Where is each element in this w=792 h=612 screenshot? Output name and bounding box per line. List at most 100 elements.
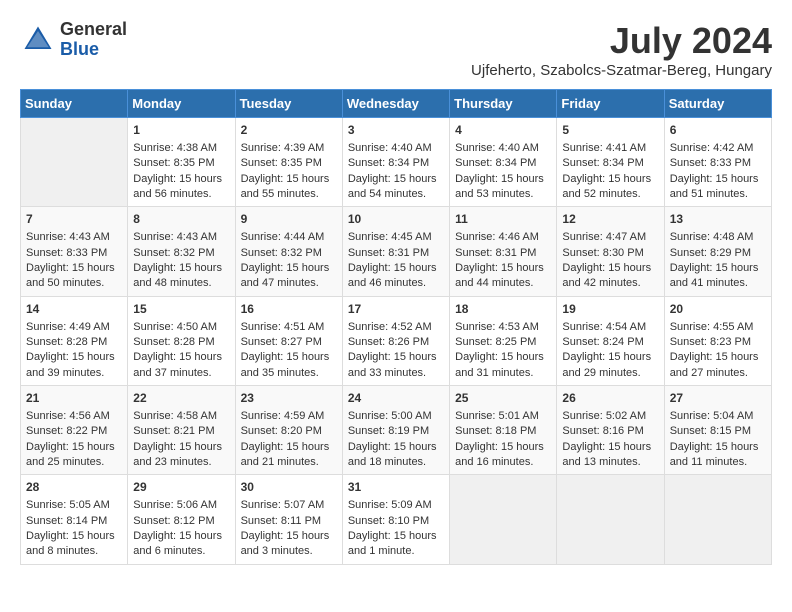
day-info-line: Sunrise: 4:41 AM bbox=[562, 142, 646, 154]
day-info-line: and 11 minutes. bbox=[670, 456, 747, 468]
day-info-line: Sunset: 8:15 PM bbox=[670, 425, 751, 437]
day-info-line: Sunrise: 4:40 AM bbox=[348, 142, 432, 154]
day-info-line: Sunrise: 4:56 AM bbox=[26, 410, 110, 422]
day-info-line: Sunset: 8:30 PM bbox=[562, 247, 643, 259]
day-info-line: Sunset: 8:16 PM bbox=[562, 425, 643, 437]
day-info-line: Sunrise: 4:59 AM bbox=[241, 410, 325, 422]
day-info-line: Sunset: 8:14 PM bbox=[26, 515, 107, 527]
day-info-line: Daylight: 15 hours bbox=[241, 351, 330, 363]
calendar-cell: 9 Sunrise: 4:44 AM Sunset: 8:32 PM Daylight… bbox=[235, 207, 342, 296]
day-info-line: and 31 minutes. bbox=[455, 367, 533, 379]
col-header-thursday: Thursday bbox=[450, 90, 557, 118]
calendar-cell: 4Sunrise: 4:40 AMSunset: 8:34 PMDaylight… bbox=[450, 118, 557, 207]
day-info-line: and 23 minutes. bbox=[133, 456, 211, 468]
calendar-cell: 3Sunrise: 4:40 AMSunset: 8:34 PMDaylight… bbox=[342, 118, 449, 207]
day-number: 8 bbox=[133, 211, 229, 228]
day-info-line: and 33 minutes. bbox=[348, 367, 426, 379]
day-info-line: and 1 minute. bbox=[348, 545, 415, 557]
day-info-line: Daylight: 15 hours bbox=[562, 441, 651, 453]
day-info-line: Daylight: 15 hours bbox=[133, 530, 222, 542]
day-number: 16 bbox=[241, 301, 337, 318]
day-info-line: and 55 minutes. bbox=[241, 188, 319, 200]
day-info-line: and 3 minutes. bbox=[241, 545, 313, 557]
calendar-cell: 13Sunrise: 4:48 AMSunset: 8:29 PMDayligh… bbox=[664, 207, 771, 296]
day-info-line: Daylight: 15 hours bbox=[26, 530, 115, 542]
logo-text: General Blue bbox=[60, 20, 127, 60]
day-info-line: and 46 minutes. bbox=[348, 277, 426, 289]
day-info-line: Sunrise: 4:48 AM bbox=[670, 231, 754, 243]
calendar-cell: 25Sunrise: 5:01 AMSunset: 8:18 PMDayligh… bbox=[450, 386, 557, 475]
day-info-line: and 35 minutes. bbox=[241, 367, 319, 379]
day-number: 11 bbox=[455, 211, 551, 228]
day-info-line: Sunrise: 4:39 AM bbox=[241, 142, 325, 154]
day-info-line: Daylight: 15 hours bbox=[241, 173, 330, 185]
day-info-line: Daylight: 15 hours bbox=[133, 441, 222, 453]
calendar-cell: 8Sunrise: 4:43 AMSunset: 8:32 PMDaylight… bbox=[128, 207, 235, 296]
calendar-cell: 6Sunrise: 4:42 AMSunset: 8:33 PMDaylight… bbox=[664, 118, 771, 207]
day-info-line: Daylight: 15 hours bbox=[241, 441, 330, 453]
day-info-line: and 41 minutes. bbox=[670, 277, 748, 289]
day-info-line: Sunset: 8:32 PM bbox=[241, 247, 322, 259]
day-info-line: Sunset: 8:29 PM bbox=[670, 247, 751, 259]
day-number: 30 bbox=[241, 479, 337, 496]
logo-icon bbox=[20, 22, 56, 58]
day-info-line: Sunrise: 4:44 AM bbox=[241, 231, 325, 243]
day-info-line: Daylight: 15 hours bbox=[241, 530, 330, 542]
day-number: 6 bbox=[670, 122, 766, 139]
calendar-cell: 21Sunrise: 4:56 AMSunset: 8:22 PMDayligh… bbox=[21, 386, 128, 475]
day-info-line: and 13 minutes. bbox=[562, 456, 640, 468]
day-info-line: and 50 minutes. bbox=[26, 277, 104, 289]
day-info-line: Daylight: 15 hours bbox=[241, 262, 330, 274]
day-info-line: Daylight: 15 hours bbox=[455, 441, 544, 453]
logo-general: General bbox=[60, 20, 127, 40]
day-info-line: Sunrise: 4:46 AM bbox=[455, 231, 539, 243]
day-info-line: Daylight: 15 hours bbox=[133, 173, 222, 185]
day-info-line: Sunrise: 4:52 AM bbox=[348, 321, 432, 333]
calendar-cell: 19Sunrise: 4:54 AMSunset: 8:24 PMDayligh… bbox=[557, 296, 664, 385]
day-info-line: and 37 minutes. bbox=[133, 367, 211, 379]
day-number: 27 bbox=[670, 390, 766, 407]
day-info-line: Sunrise: 4:47 AM bbox=[562, 231, 646, 243]
day-info-line: Daylight: 15 hours bbox=[670, 441, 759, 453]
day-info-line: Sunset: 8:35 PM bbox=[241, 157, 322, 169]
calendar-cell: 20Sunrise: 4:55 AMSunset: 8:23 PMDayligh… bbox=[664, 296, 771, 385]
day-number: 9 bbox=[241, 211, 337, 228]
calendar-cell: 12Sunrise: 4:47 AMSunset: 8:30 PMDayligh… bbox=[557, 207, 664, 296]
day-info-line: Sunrise: 5:07 AM bbox=[241, 499, 325, 511]
calendar-cell bbox=[664, 475, 771, 564]
day-info-line: Sunrise: 4:40 AM bbox=[455, 142, 539, 154]
day-info-line: Sunrise: 4:53 AM bbox=[455, 321, 539, 333]
day-info-line: Sunset: 8:25 PM bbox=[455, 336, 536, 348]
calendar-week-3: 14Sunrise: 4:49 AMSunset: 8:28 PMDayligh… bbox=[21, 296, 772, 385]
day-info-line: Sunset: 8:23 PM bbox=[670, 336, 751, 348]
day-info-line: Sunrise: 4:49 AM bbox=[26, 321, 110, 333]
day-number: 13 bbox=[670, 211, 766, 228]
day-info-line: Daylight: 15 hours bbox=[26, 441, 115, 453]
day-info-line: Sunset: 8:33 PM bbox=[26, 247, 107, 259]
col-header-tuesday: Tuesday bbox=[235, 90, 342, 118]
col-header-sunday: Sunday bbox=[21, 90, 128, 118]
day-info-line: Sunrise: 4:38 AM bbox=[133, 142, 217, 154]
day-number: 23 bbox=[241, 390, 337, 407]
calendar-cell: 17Sunrise: 4:52 AMSunset: 8:26 PMDayligh… bbox=[342, 296, 449, 385]
day-info-line: and 53 minutes. bbox=[455, 188, 533, 200]
day-number: 21 bbox=[26, 390, 122, 407]
day-number: 29 bbox=[133, 479, 229, 496]
day-info-line: Sunset: 8:18 PM bbox=[455, 425, 536, 437]
day-info-line: Sunset: 8:21 PM bbox=[133, 425, 214, 437]
day-info-line: Sunset: 8:10 PM bbox=[348, 515, 429, 527]
col-header-saturday: Saturday bbox=[664, 90, 771, 118]
calendar-cell: 11Sunrise: 4:46 AMSunset: 8:31 PMDayligh… bbox=[450, 207, 557, 296]
day-info-line: Sunrise: 5:06 AM bbox=[133, 499, 217, 511]
day-number: 14 bbox=[26, 301, 122, 318]
col-header-monday: Monday bbox=[128, 90, 235, 118]
day-number: 25 bbox=[455, 390, 551, 407]
calendar-cell: 10Sunrise: 4:45 AMSunset: 8:31 PMDayligh… bbox=[342, 207, 449, 296]
day-info-line: and 42 minutes. bbox=[562, 277, 640, 289]
page-header: General Blue July 2024 Ujfeherto, Szabol… bbox=[20, 20, 772, 79]
day-info-line: Daylight: 15 hours bbox=[348, 530, 437, 542]
day-number: 2 bbox=[241, 122, 337, 139]
day-info-line: and 6 minutes. bbox=[133, 545, 205, 557]
day-info-line: Daylight: 15 hours bbox=[562, 262, 651, 274]
calendar-cell bbox=[557, 475, 664, 564]
